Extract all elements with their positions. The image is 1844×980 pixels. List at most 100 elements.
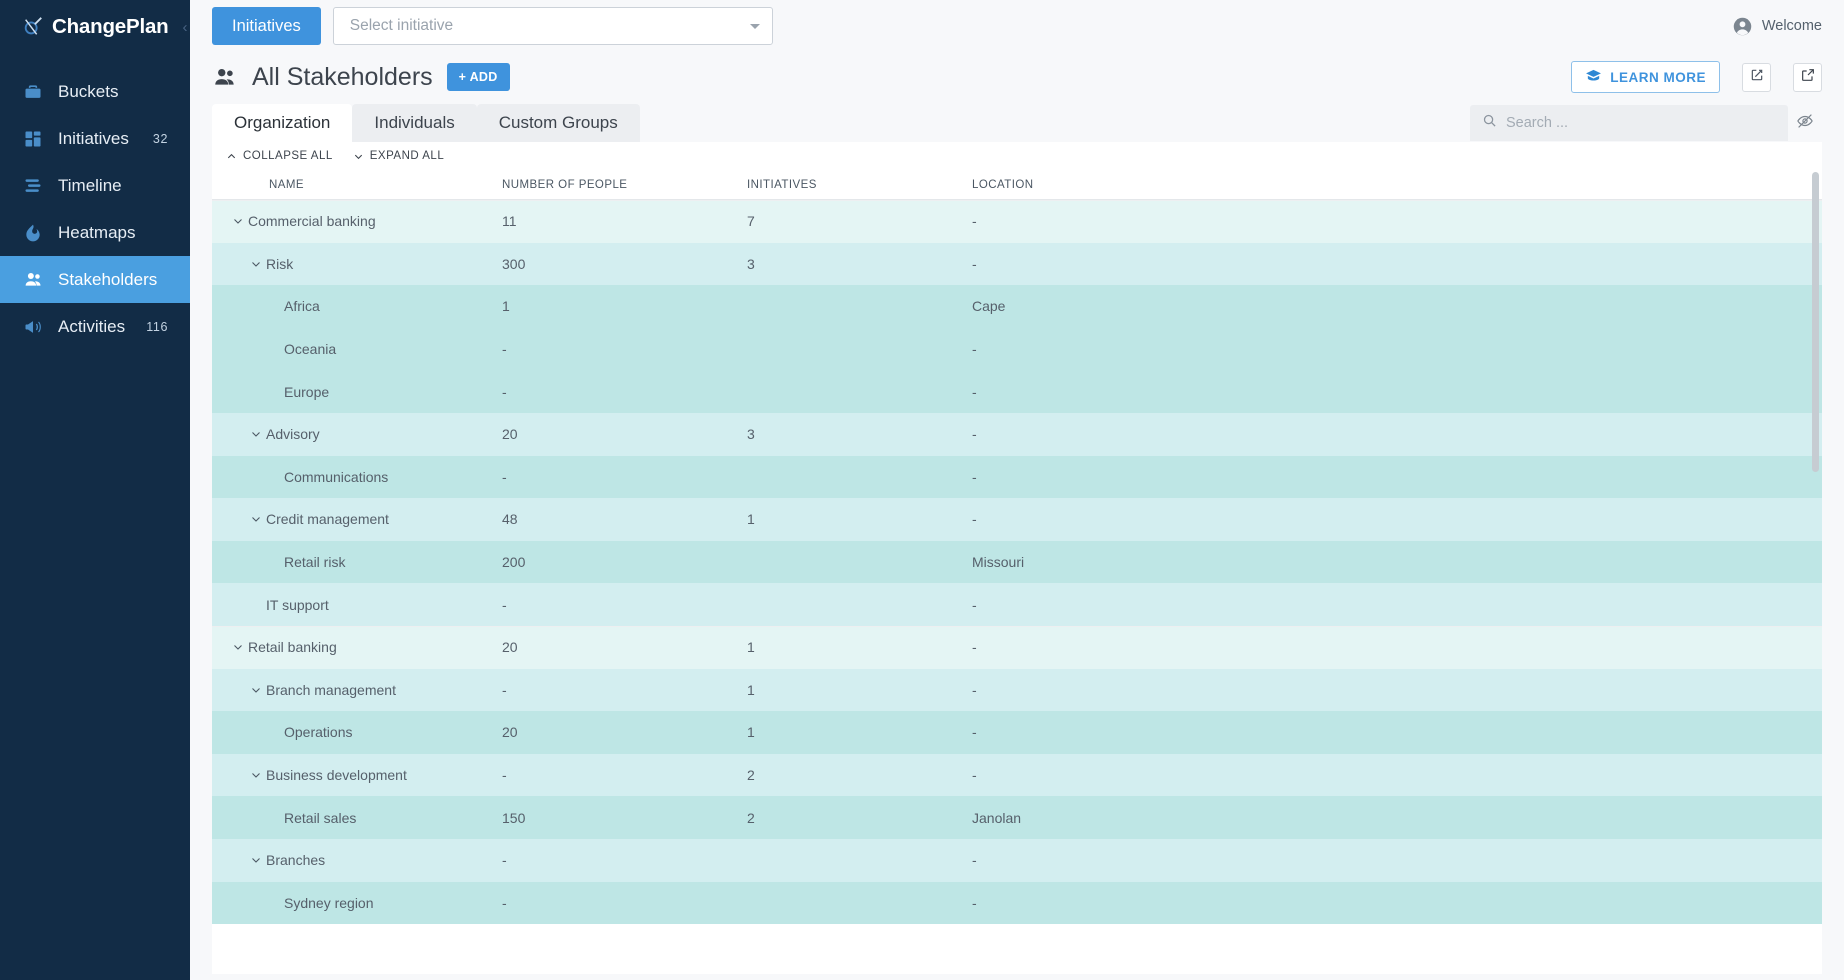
table-row[interactable]: Retail risk200Missouri [212, 541, 1822, 584]
collapse-all-label: COLLAPSE ALL [243, 150, 333, 162]
grid-icon [22, 128, 44, 150]
row-name-cell: Advisory [212, 424, 502, 444]
row-name-label: Retail banking [248, 639, 337, 655]
sidebar-item-heatmaps[interactable]: Heatmaps [0, 209, 190, 256]
row-expand-chevron-icon[interactable] [228, 637, 248, 657]
row-name-cell: Retail sales [212, 808, 502, 828]
table-row[interactable]: Business development-2- [212, 754, 1822, 797]
main-area: Initiatives Select initiative Welcome [190, 0, 1844, 980]
row-people-cell: - [502, 384, 747, 400]
row-people-cell: - [502, 767, 747, 783]
toggle-hidden-button[interactable] [1788, 105, 1822, 141]
row-location-cell: - [972, 256, 1822, 272]
row-people-cell: 300 [502, 256, 747, 272]
add-stakeholder-button[interactable]: + ADD [447, 63, 510, 91]
row-expand-chevron-icon[interactable] [246, 254, 266, 274]
sidebar-item-initiatives[interactable]: Initiatives 32 [0, 115, 190, 162]
table-row[interactable]: Retail banking201- [212, 626, 1822, 669]
people-icon [212, 64, 238, 90]
search-input[interactable] [1506, 115, 1776, 131]
row-expand-chevron-icon[interactable] [246, 680, 266, 700]
chevron-left-icon[interactable]: ‹ [182, 20, 187, 35]
column-header-people: NUMBER OF PEOPLE [502, 179, 747, 191]
row-expand-chevron-icon[interactable] [246, 509, 266, 529]
vertical-scrollbar[interactable] [1812, 142, 1819, 974]
row-expand-chevron-icon[interactable] [246, 424, 266, 444]
expander-controls: COLLAPSE ALL EXPAND ALL [212, 142, 1822, 170]
stakeholders-table: NAME NUMBER OF PEOPLE INITIATIVES LOCATI… [212, 170, 1822, 924]
row-location-cell: - [972, 469, 1822, 485]
table-row[interactable]: Advisory203- [212, 413, 1822, 456]
tab-organization[interactable]: Organization [212, 104, 352, 142]
row-initiatives-cell: 1 [747, 639, 972, 655]
sidebar-item-buckets[interactable]: Buckets [0, 68, 190, 115]
sidebar-item-timeline[interactable]: Timeline [0, 162, 190, 209]
tab-custom-groups[interactable]: Custom Groups [477, 104, 640, 142]
row-initiatives-cell: 3 [747, 426, 972, 442]
expand-all-label: EXPAND ALL [370, 150, 444, 162]
table-row[interactable]: Europe-- [212, 370, 1822, 413]
column-header-name: NAME [212, 179, 502, 191]
expand-all-button[interactable]: EXPAND ALL [353, 150, 444, 162]
table-row[interactable]: Operations201- [212, 711, 1822, 754]
table-row[interactable]: Commercial banking117- [212, 200, 1822, 243]
row-location-cell: - [972, 767, 1822, 783]
row-name-cell: Retail banking [212, 637, 502, 657]
row-people-cell: 20 [502, 724, 747, 740]
table-row[interactable]: Branches-- [212, 839, 1822, 882]
row-name-label: IT support [266, 597, 329, 613]
arrow-into-box-icon [1749, 67, 1765, 88]
table-row[interactable]: Africa1Cape [212, 285, 1822, 328]
row-location-cell: - [972, 341, 1822, 357]
changeplan-logo-icon [22, 16, 44, 38]
tabs: Organization Individuals Custom Groups [212, 104, 640, 142]
row-location-cell: - [972, 852, 1822, 868]
row-name-cell: Business development [212, 765, 502, 785]
initiatives-button[interactable]: Initiatives [212, 7, 321, 45]
row-expand-chevron-icon[interactable] [246, 765, 266, 785]
row-initiatives-cell: 7 [747, 213, 972, 229]
table-row[interactable]: Oceania-- [212, 328, 1822, 371]
table-row[interactable]: IT support-- [212, 583, 1822, 626]
scrollbar-thumb[interactable] [1812, 172, 1819, 472]
select-initiative-dropdown[interactable]: Select initiative [333, 7, 773, 45]
page-title-row: All Stakeholders + ADD LEARN MORE [190, 52, 1844, 102]
table-row[interactable]: Branch management-1- [212, 669, 1822, 712]
row-name-cell: Risk [212, 254, 502, 274]
row-location-cell: Missouri [972, 554, 1822, 570]
row-name-cell: Sydney region [212, 893, 502, 913]
collapse-all-button[interactable]: COLLAPSE ALL [226, 150, 333, 162]
sidebar-item-label: Initiatives [58, 129, 139, 149]
row-expand-chevron-icon[interactable] [228, 211, 248, 231]
sidebar-item-count: 116 [146, 320, 190, 334]
sidebar-item-stakeholders[interactable]: Stakeholders [0, 256, 190, 303]
eye-off-icon [1796, 112, 1814, 135]
tabs-row: Organization Individuals Custom Groups [190, 102, 1844, 142]
sidebar-item-label: Activities [58, 317, 132, 337]
tab-individuals[interactable]: Individuals [352, 104, 476, 142]
row-name-cell: Commercial banking [212, 211, 502, 231]
row-location-cell: - [972, 213, 1822, 229]
open-external-button[interactable] [1793, 63, 1822, 92]
table-row[interactable]: Risk3003- [212, 243, 1822, 286]
row-people-cell: 1 [502, 298, 747, 314]
column-header-initiatives: INITIATIVES [747, 179, 972, 191]
search-box[interactable] [1470, 105, 1788, 141]
row-name-label: Retail risk [284, 554, 345, 570]
table-row[interactable]: Sydney region-- [212, 882, 1822, 925]
sidebar-item-label: Stakeholders [58, 270, 157, 290]
open-internal-button[interactable] [1742, 63, 1771, 92]
learn-more-button[interactable]: LEARN MORE [1571, 61, 1720, 93]
row-name-label: Commercial banking [248, 213, 376, 229]
row-location-cell: Cape [972, 298, 1822, 314]
row-initiatives-cell: 2 [747, 767, 972, 783]
table-header-row: NAME NUMBER OF PEOPLE INITIATIVES LOCATI… [212, 170, 1822, 200]
row-name-label: Advisory [266, 426, 320, 442]
user-menu[interactable]: Welcome [1732, 16, 1822, 37]
sidebar-item-activities[interactable]: Activities 116 [0, 303, 190, 350]
table-row[interactable]: Communications-- [212, 456, 1822, 499]
chevron-down-icon [750, 24, 760, 29]
table-row[interactable]: Retail sales1502Janolan [212, 796, 1822, 839]
row-expand-chevron-icon[interactable] [246, 850, 266, 870]
table-row[interactable]: Credit management481- [212, 498, 1822, 541]
